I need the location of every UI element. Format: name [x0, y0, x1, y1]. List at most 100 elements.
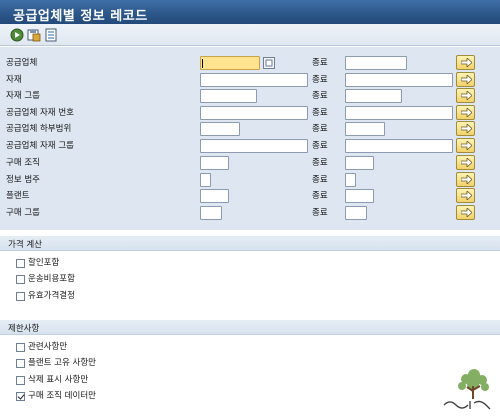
material-from-input[interactable]: [200, 73, 308, 87]
vendor-from-value[interactable]: [201, 57, 259, 69]
material-group-to-input[interactable]: [345, 89, 402, 103]
vendor-material-number-to-value[interactable]: [346, 107, 452, 119]
arrow-right-icon: [461, 191, 472, 200]
material-group-from-input[interactable]: [200, 89, 257, 103]
multiple-selection-button[interactable]: [456, 172, 475, 187]
vendor-subrange-to-value[interactable]: [346, 123, 384, 135]
purchasing-org-from-value[interactable]: [201, 157, 228, 169]
range-to-label: 종료: [312, 175, 328, 185]
range-to-label: 종료: [312, 141, 328, 151]
plant-to-value[interactable]: [346, 190, 373, 202]
vendor-material-number-from-value[interactable]: [201, 107, 307, 119]
vendor-material-number-from-input[interactable]: [200, 106, 308, 120]
vendor-from-input[interactable]: [200, 56, 260, 70]
checkbox-checked[interactable]: [16, 392, 25, 401]
plant-from-value[interactable]: [201, 190, 228, 202]
save-variant-icon[interactable]: [27, 28, 41, 42]
checkbox[interactable]: [16, 343, 25, 352]
multiple-selection-button[interactable]: [456, 138, 475, 153]
arrow-right-icon: [461, 208, 472, 217]
execute-icon[interactable]: [10, 28, 24, 42]
restrictions-group-title: 제한사항: [8, 324, 40, 334]
purchasing-org-to-input[interactable]: [345, 156, 374, 170]
range-to-label: 종료: [312, 191, 328, 201]
range-to-label: 종료: [312, 58, 328, 68]
material-group-from-value[interactable]: [201, 90, 256, 102]
arrow-right-icon: [461, 158, 472, 167]
range-to-label: 종료: [312, 158, 328, 168]
material-to-input[interactable]: [345, 73, 453, 87]
info-category-from-value[interactable]: [201, 174, 210, 186]
range-to-label: 종료: [312, 124, 328, 134]
info-category-from-input[interactable]: [200, 173, 211, 187]
vendor-to-input[interactable]: [345, 56, 407, 70]
selection-options-icon[interactable]: [44, 28, 58, 42]
range-to-label: 종료: [312, 208, 328, 218]
field-label-info-category: 정보 범주: [6, 175, 40, 185]
arrow-right-icon: [461, 58, 472, 67]
purchasing-group-to-input[interactable]: [345, 206, 367, 220]
vendor-material-group-from-value[interactable]: [201, 140, 307, 152]
checkbox-label: 관련사항만: [28, 342, 68, 352]
material-group-to-value[interactable]: [346, 90, 401, 102]
multiple-selection-button[interactable]: [456, 188, 475, 203]
restrictions-group-header: 제한사항: [0, 320, 500, 335]
vendor-material-group-to-value[interactable]: [346, 140, 452, 152]
info-category-to-value[interactable]: [346, 174, 355, 186]
arrow-right-icon: [461, 91, 472, 100]
field-label-vendor-material-group: 공급업체 자재 그룹: [6, 141, 74, 151]
vendor-subrange-from-input[interactable]: [200, 122, 240, 136]
field-label-material-group: 자재 그룹: [6, 91, 40, 101]
multiple-selection-button[interactable]: [456, 55, 475, 70]
info-category-to-input[interactable]: [345, 173, 356, 187]
multiple-selection-button[interactable]: [456, 72, 475, 87]
vendor-subrange-from-value[interactable]: [201, 123, 239, 135]
range-to-label: 종료: [312, 75, 328, 85]
multiple-selection-button[interactable]: [456, 155, 475, 170]
range-to-label: 종료: [312, 91, 328, 101]
value-help-icon[interactable]: [263, 57, 275, 69]
purchasing-group-from-input[interactable]: [200, 206, 222, 220]
plant-to-input[interactable]: [345, 189, 374, 203]
vendor-material-group-to-input[interactable]: [345, 139, 453, 153]
multiple-selection-button[interactable]: [456, 121, 475, 136]
material-from-value[interactable]: [201, 74, 307, 86]
vendor-to-value[interactable]: [346, 57, 406, 69]
field-label-plant: 플랜트: [6, 191, 30, 201]
field-label-vendor: 공급업체: [6, 58, 38, 68]
text-cursor: [202, 59, 203, 68]
purchasing-group-from-value[interactable]: [201, 207, 221, 219]
window-title: 공급업체별 정보 레코드: [0, 0, 500, 24]
purchasing-org-to-value[interactable]: [346, 157, 373, 169]
pricing-group-header: 가격 계산: [0, 236, 500, 251]
purchasing-group-to-value[interactable]: [346, 207, 366, 219]
checkbox-label: 유효가격결정: [28, 291, 75, 301]
multiple-selection-button[interactable]: [456, 105, 475, 120]
pricing-group-title: 가격 계산: [8, 240, 42, 250]
vendor-material-group-from-input[interactable]: [200, 139, 308, 153]
range-to-label: 종료: [312, 108, 328, 118]
checkbox-label: 플랜트 고유 사항만: [28, 358, 96, 368]
checkbox[interactable]: [16, 292, 25, 301]
arrow-right-icon: [461, 124, 472, 133]
purchasing-org-from-input[interactable]: [200, 156, 229, 170]
checkbox-label: 구매 조직 데이터만: [28, 391, 96, 401]
field-label-vendor-subrange: 공급업체 하부범위: [6, 124, 72, 134]
arrow-right-icon: [461, 141, 472, 150]
checkbox[interactable]: [16, 275, 25, 284]
checkbox[interactable]: [16, 259, 25, 268]
vendor-subrange-to-input[interactable]: [345, 122, 385, 136]
arrow-right-icon: [461, 175, 472, 184]
plant-from-input[interactable]: [200, 189, 229, 203]
field-label-purchasing-group: 구매 그룹: [6, 208, 40, 218]
checkbox-label: 운송비용포함: [28, 274, 75, 284]
checkbox-label: 할인포함: [28, 258, 60, 268]
field-label-purchasing-org: 구매 조직: [6, 158, 40, 168]
material-to-value[interactable]: [346, 74, 452, 86]
checkbox[interactable]: [16, 359, 25, 368]
arrow-right-icon: [461, 108, 472, 117]
multiple-selection-button[interactable]: [456, 205, 475, 220]
vendor-material-number-to-input[interactable]: [345, 106, 453, 120]
checkbox[interactable]: [16, 376, 25, 385]
multiple-selection-button[interactable]: [456, 88, 475, 103]
